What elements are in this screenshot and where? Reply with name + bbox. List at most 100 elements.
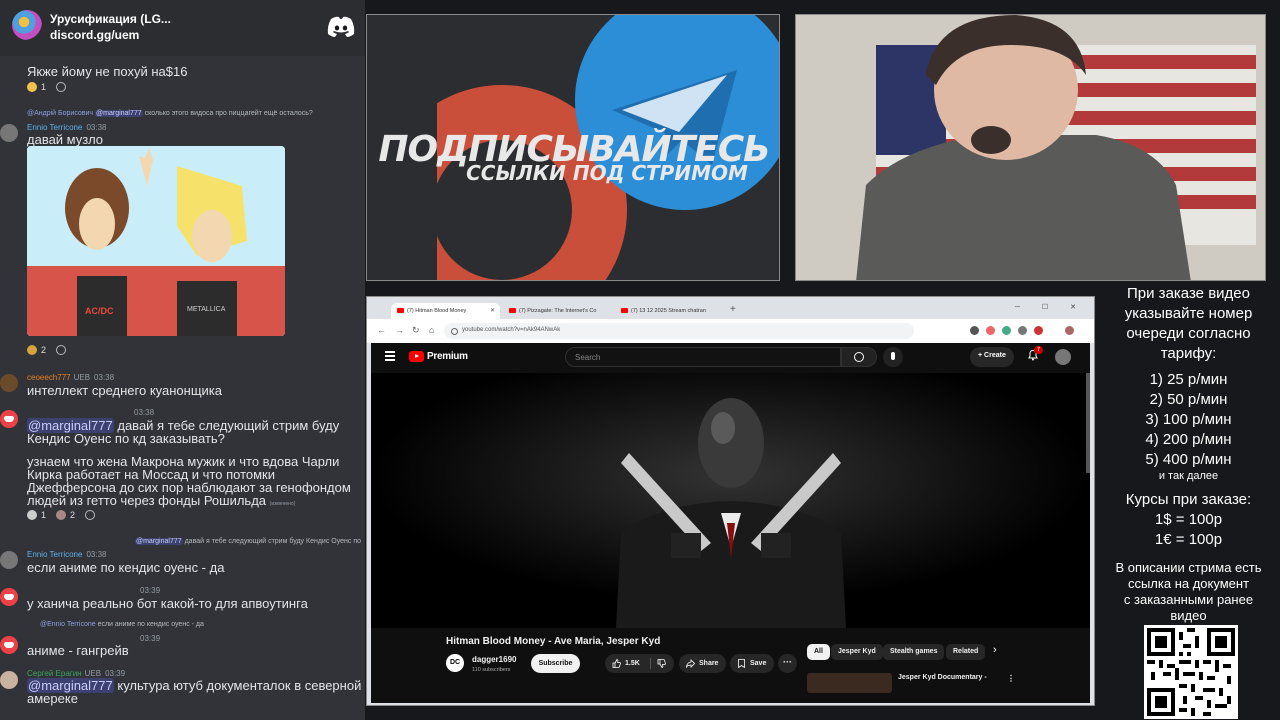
- channel-avatar[interactable]: DC: [446, 654, 464, 672]
- close-tab-icon[interactable]: ✕: [490, 307, 495, 314]
- add-reaction-icon[interactable]: [56, 82, 67, 92]
- chevron-right-icon[interactable]: ›: [993, 644, 997, 656]
- tariff-item: 3) 100 р/мин: [1145, 411, 1232, 428]
- qr-code-icon[interactable]: [1144, 625, 1238, 719]
- server-name: Урусификация (LG...: [50, 12, 171, 26]
- chip-stealth-games[interactable]: Stealth games: [883, 644, 945, 660]
- info-text: видео: [1170, 608, 1207, 623]
- role-badge: UEB: [84, 669, 102, 678]
- skull-emoji-icon: [27, 510, 37, 520]
- reload-icon[interactable]: ↻: [412, 325, 420, 336]
- like-dislike-group: 1.5K: [605, 654, 674, 673]
- profile-icon[interactable]: [1065, 326, 1074, 335]
- author-name[interactable]: ceoeech777: [27, 373, 71, 382]
- video-player[interactable]: [371, 373, 1090, 628]
- hamburger-menu-icon[interactable]: [385, 351, 395, 363]
- home-icon[interactable]: ⌂: [429, 325, 434, 335]
- reaction-count: 2: [70, 510, 76, 520]
- avatar[interactable]: [0, 588, 18, 606]
- reply-preview[interactable]: @Андрій Борисович @marginal777 сколько э…: [27, 110, 313, 117]
- address-bar-row: ← → ↻ ⌂ youtube.com/watch?v=nAk94ANwAk: [367, 319, 1094, 343]
- avatar[interactable]: [0, 374, 18, 392]
- more-actions-button[interactable]: ···: [778, 654, 797, 673]
- reply-preview[interactable]: @marginal777 давай я тебе следующий стри…: [135, 538, 361, 545]
- recommended-thumbnail[interactable]: [807, 673, 892, 693]
- reply-author: @Андрій Борисович: [27, 110, 94, 117]
- chip-all[interactable]: All: [807, 644, 830, 660]
- recommended-title[interactable]: Jesper Kyd Documentary -: [898, 674, 987, 681]
- message-text: аниме - гангрейв: [27, 643, 129, 658]
- author-name[interactable]: Ennio Terricone: [27, 123, 82, 132]
- extension-icon[interactable]: [1002, 326, 1011, 335]
- youtube-premium-logo[interactable]: Premium: [409, 351, 468, 362]
- channel-name[interactable]: dagger1690: [472, 655, 516, 664]
- author-name[interactable]: Ennio Terricone: [27, 550, 82, 559]
- subscribe-button[interactable]: Subscribe: [531, 654, 580, 673]
- extension-icon[interactable]: [986, 326, 995, 335]
- message-author-line: 03:39: [136, 634, 160, 643]
- window-controls[interactable]: ─ ☐ ✕: [1015, 303, 1086, 311]
- url-input[interactable]: youtube.com/watch?v=nAk94ANwAk: [444, 323, 914, 339]
- add-reaction-icon[interactable]: [56, 345, 67, 355]
- chip-related[interactable]: Related: [946, 644, 986, 660]
- tab-label: (7) Pizzagate: The Internet's Co: [519, 308, 597, 314]
- avatar[interactable]: [0, 124, 18, 142]
- beavis-butthead-gif[interactable]: AC/DC METALLICA: [27, 146, 285, 336]
- thumbs-down-icon[interactable]: [657, 659, 666, 668]
- server-invite-link[interactable]: discord.gg/uem: [50, 28, 139, 42]
- extension-icon[interactable]: [1034, 326, 1043, 335]
- tab-hitman[interactable]: (7) Hitman Blood Money ✕: [391, 303, 500, 319]
- like-separator: [650, 658, 651, 669]
- info-text: При заказе видео: [1127, 285, 1250, 302]
- logo-text: Premium: [427, 351, 468, 362]
- reaction[interactable]: 2: [56, 510, 75, 520]
- message-text: интеллект среднего куанонщика: [27, 383, 222, 398]
- message-time: 03:38: [86, 123, 107, 132]
- save-button[interactable]: Save: [730, 654, 775, 673]
- discord-chat-panel: Урусификация (LG... discord.gg/uem Якже …: [0, 0, 365, 720]
- author-name[interactable]: Сергей Ерагин: [27, 669, 82, 678]
- search-icon[interactable]: [841, 347, 877, 367]
- avatar[interactable]: [0, 551, 18, 569]
- browser-window: (7) Hitman Blood Money ✕ (7) Pizzagate: …: [366, 296, 1095, 706]
- message-reactions: 2: [27, 343, 67, 357]
- rate-usd: 1$ = 100р: [1154, 511, 1223, 528]
- message-time: 03:38: [94, 373, 115, 382]
- webcam-image: [796, 15, 1265, 280]
- new-tab-icon[interactable]: +: [730, 304, 736, 315]
- info-text: указывайте номер: [1124, 305, 1253, 322]
- avatar[interactable]: [0, 410, 18, 428]
- chip-jesper-kyd[interactable]: Jesper Kyd: [831, 644, 883, 660]
- back-icon[interactable]: ←: [377, 325, 386, 335]
- message-reactions: 1: [27, 80, 67, 94]
- avatar[interactable]: [0, 671, 18, 689]
- order-info-panel: При заказе видео указывайте номер очеред…: [1097, 282, 1280, 720]
- account-avatar[interactable]: [1055, 349, 1071, 365]
- create-button[interactable]: + Create: [970, 347, 1014, 367]
- microphone-icon[interactable]: [883, 347, 903, 367]
- reaction[interactable]: 1: [27, 510, 46, 520]
- tariff-item: 1) 25 р/мин: [1149, 371, 1228, 388]
- add-reaction-icon[interactable]: [85, 510, 96, 520]
- rate-eur: 1€ = 100р: [1154, 531, 1223, 548]
- youtube-page: Premium Search + Create 7 Hitman Blood M…: [371, 343, 1090, 703]
- share-icon: [686, 659, 695, 668]
- thumbs-up-icon[interactable]: [612, 659, 621, 668]
- chat-header: Урусификация (LG... discord.gg/uem: [0, 0, 365, 56]
- scrollbar[interactable]: [1086, 373, 1090, 473]
- tab-stream[interactable]: (7) 13 12 2025 Stream chatran: [615, 303, 724, 319]
- reaction[interactable]: 1: [27, 82, 46, 92]
- reply-preview[interactable]: @Ennio Terricone если аниме по кендис оу…: [40, 621, 204, 628]
- share-button[interactable]: Share: [679, 654, 727, 673]
- tab-pizzagate[interactable]: (7) Pizzagate: The Internet's Co: [503, 303, 612, 319]
- recommended-menu-icon[interactable]: ⋮: [1007, 674, 1015, 683]
- search-input[interactable]: Search: [565, 347, 841, 367]
- avatar[interactable]: [0, 636, 18, 654]
- reply-text: давай я тебе следующий стрим буду Кендис…: [184, 538, 362, 545]
- forward-icon[interactable]: →: [395, 325, 404, 335]
- extension-icon[interactable]: [970, 326, 979, 335]
- extension-icon[interactable]: [1018, 326, 1027, 335]
- reaction[interactable]: 2: [27, 345, 46, 355]
- thumbs-emoji-icon: [27, 345, 37, 355]
- youtube-play-icon: [409, 351, 424, 362]
